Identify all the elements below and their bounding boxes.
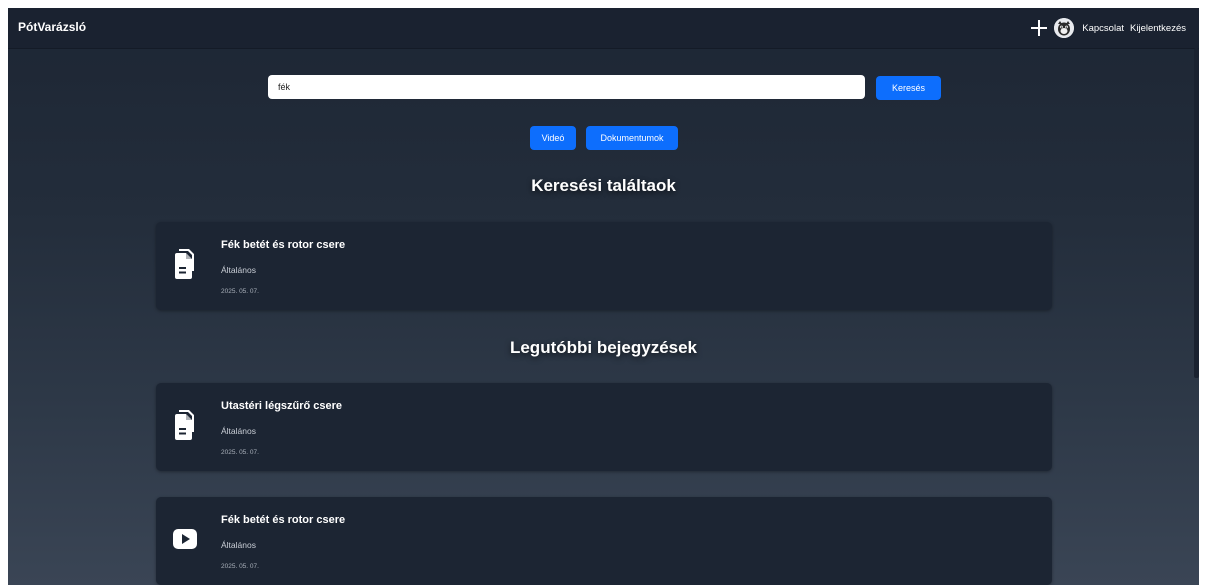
card-category: Általános (221, 265, 256, 275)
card-date: 2025. 05. 07. (221, 449, 259, 456)
play-video-icon (173, 529, 197, 549)
avatar-image (1054, 18, 1075, 38)
filter-video-button[interactable]: Videó (530, 126, 576, 150)
document-icon (175, 410, 194, 440)
card-date: 2025. 05. 07. (221, 563, 259, 570)
card-title: Fék betét és rotor csere (221, 239, 346, 251)
navbar: PótVarázsló Kapcsolat Kijelentkezés (8, 8, 1199, 49)
recent-heading: Legutóbbi bejegyzések (509, 338, 698, 357)
result-card[interactable]: Fék betét és rotor csere Általános 2025.… (156, 222, 1052, 310)
nav-link-logout[interactable]: Kijelentkezés (1130, 23, 1186, 34)
filter-documents-button[interactable]: Dokumentumok (586, 126, 678, 150)
brand-logo[interactable]: PótVarázsló (18, 20, 86, 34)
recent-card[interactable]: Utastéri légszűrő csere Általános 2025. … (156, 383, 1052, 471)
nav-link-contact[interactable]: Kapcsolat (1082, 23, 1124, 34)
page-viewport: PótVarázsló Kapcsolat Kijelentkezés fék … (8, 8, 1199, 585)
avatar[interactable] (1054, 18, 1075, 38)
card-title: Utastéri légszűrő csere (221, 400, 343, 412)
scrollbar-thumb[interactable] (1194, 48, 1199, 378)
card-title: Fék betét és rotor csere (221, 514, 346, 526)
nav-actions: Kapcsolat Kijelentkezés (1031, 8, 1186, 48)
scrollbar[interactable] (1193, 8, 1199, 585)
card-category: Általános (221, 426, 256, 436)
document-icon (175, 249, 194, 279)
search-input[interactable] (268, 75, 865, 99)
add-post-icon[interactable] (1031, 20, 1048, 36)
card-date: 2025. 05. 07. (221, 288, 259, 295)
results-heading: Keresési találtaok (531, 176, 676, 195)
search-button[interactable]: Keresés (876, 76, 941, 100)
recent-card[interactable]: Fék betét és rotor csere Általános 2025.… (156, 497, 1052, 585)
card-category: Általános (221, 540, 256, 550)
